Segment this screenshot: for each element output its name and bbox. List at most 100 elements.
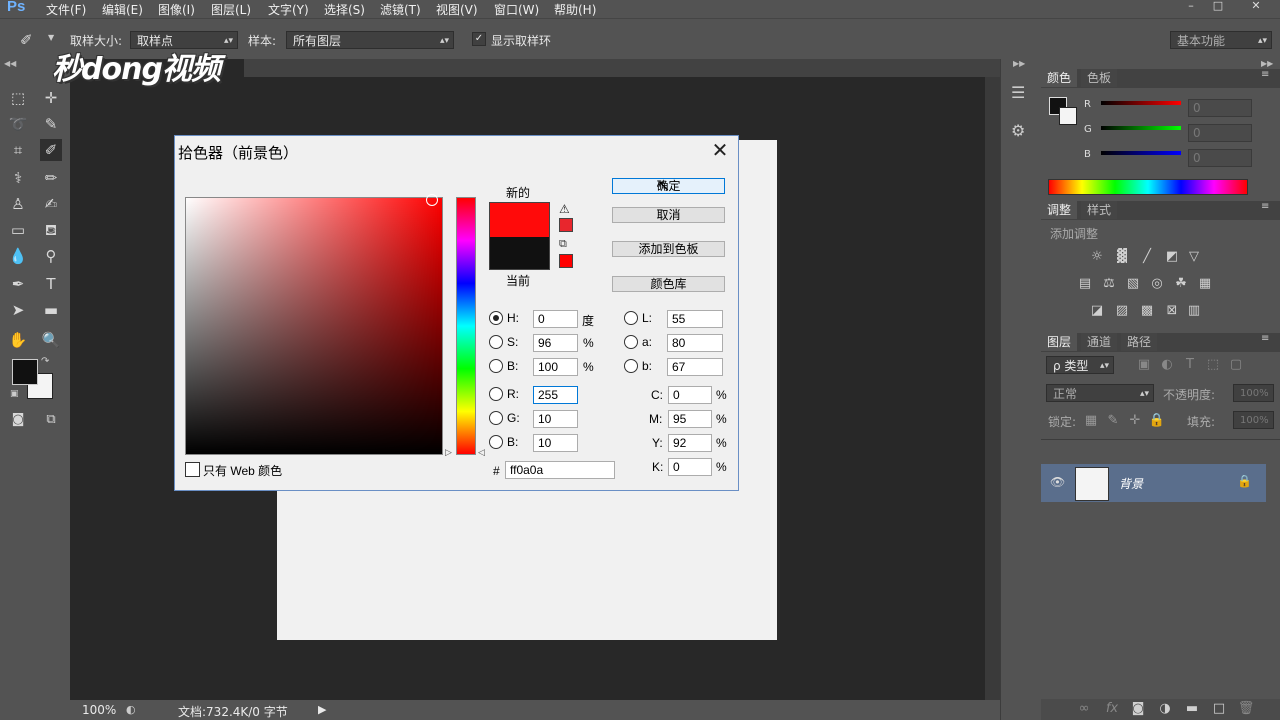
lock-transparent-icon[interactable]: ▦ (1082, 413, 1100, 429)
eraser-tool-icon[interactable]: ▭ (7, 219, 29, 241)
red-input[interactable]: 255 (533, 386, 578, 404)
layer-fx-icon[interactable]: fx (1103, 701, 1121, 717)
hue-slider-left-arrow-icon[interactable]: ▷ (445, 447, 452, 458)
collapse-panels-icon[interactable]: ▶▶ (1261, 59, 1273, 68)
vertical-scrollbar[interactable] (985, 77, 1000, 700)
red-radio[interactable] (489, 387, 503, 401)
collapse-arrows-icon[interactable]: ◀◀ (4, 59, 16, 68)
zoom-tool-icon[interactable]: 🔍 (40, 329, 62, 351)
marquee-tool-icon[interactable]: ⬚ (7, 87, 29, 109)
tab-channels[interactable]: 通道 (1081, 333, 1118, 351)
lab-l-input[interactable]: 55 (667, 310, 723, 328)
paint-bucket-tool-icon[interactable]: ⛾ (40, 219, 62, 241)
status-menu-arrow-icon[interactable]: ▶ (318, 703, 326, 716)
filter-type-icon[interactable]: T (1181, 357, 1199, 373)
gradient-map-icon[interactable]: ▥ (1185, 303, 1203, 319)
new-adjustment-layer-icon[interactable]: ◑ (1156, 701, 1174, 717)
lab-a-radio[interactable] (624, 335, 638, 349)
quick-select-tool-icon[interactable]: ✎ (40, 113, 62, 135)
tab-adjustments[interactable]: 调整 (1041, 201, 1078, 219)
channel-b-input[interactable]: 0 (1188, 149, 1252, 167)
menu-edit[interactable]: 编辑(E) (102, 1, 143, 18)
preset-chevron-icon[interactable]: ▼ (48, 33, 54, 42)
status-info-icon[interactable]: ◐ (126, 703, 136, 716)
filter-adjustment-icon[interactable]: ◐ (1158, 357, 1176, 373)
menu-window[interactable]: 窗口(W) (494, 1, 539, 18)
panel-menu-icon[interactable]: ≡ (1261, 333, 1269, 344)
blue-input[interactable]: 10 (533, 434, 578, 452)
panel-menu-icon[interactable]: ≡ (1261, 201, 1269, 212)
menu-select[interactable]: 选择(S) (324, 1, 365, 18)
lock-position-icon[interactable]: ✛ (1126, 413, 1144, 429)
selective-color-icon[interactable]: ⊠ (1163, 303, 1181, 319)
tab-color[interactable]: 颜色 (1041, 69, 1078, 87)
properties-panel-icon[interactable]: ⚙ (1011, 121, 1025, 140)
exposure-icon[interactable]: ◩ (1163, 249, 1181, 265)
lab-b-input[interactable]: 67 (667, 358, 723, 376)
menu-help[interactable]: 帮助(H) (554, 1, 596, 18)
eyedropper-preset-icon[interactable]: ✐ (20, 31, 33, 49)
curves-icon[interactable]: ╱ (1138, 249, 1156, 265)
show-ring-checkbox[interactable]: ✓ (472, 32, 486, 46)
rectangle-tool-icon[interactable]: ▬ (40, 299, 62, 321)
channel-mixer-icon[interactable]: ☘ (1172, 276, 1190, 292)
screen-mode-icon[interactable]: ⧉ (40, 409, 62, 431)
move-tool-icon[interactable]: ✛ (40, 87, 62, 109)
hand-tool-icon[interactable]: ✋ (7, 329, 29, 351)
saturation-input[interactable]: 96 (533, 334, 578, 352)
lab-b-radio[interactable] (624, 359, 638, 373)
black-white-icon[interactable]: ▧ (1124, 276, 1142, 292)
blue-radio[interactable] (489, 435, 503, 449)
color-spectrum-ramp[interactable] (1048, 179, 1248, 195)
filter-smart-icon[interactable]: ▢ (1227, 357, 1245, 373)
brightness-radio[interactable] (489, 359, 503, 373)
yellow-input[interactable]: 92 (668, 434, 712, 452)
menu-layer[interactable]: 图层(L) (211, 1, 251, 18)
layer-row-background[interactable]: 👁 背景 🔒 (1041, 464, 1266, 502)
brightness-icon[interactable]: ☼ (1088, 249, 1106, 265)
web-colors-only-checkbox[interactable] (185, 462, 200, 477)
brush-tool-icon[interactable]: ✏ (40, 167, 62, 189)
cancel-button[interactable]: 取消 (612, 207, 725, 223)
clone-stamp-tool-icon[interactable]: ♙ (7, 193, 29, 215)
menu-filter[interactable]: 滤镜(T) (380, 1, 421, 18)
hex-input[interactable]: ff0a0a (505, 461, 615, 479)
menu-view[interactable]: 视图(V) (436, 1, 478, 18)
color-balance-icon[interactable]: ⚖ (1100, 276, 1118, 292)
saturation-radio[interactable] (489, 335, 503, 349)
expand-arrows-icon[interactable]: ▶▶ (1013, 59, 1025, 68)
layer-visibility-eye-icon[interactable]: 👁 (1050, 475, 1065, 489)
hue-slider[interactable] (456, 197, 476, 455)
gamut-swatch[interactable] (559, 218, 573, 232)
crop-tool-icon[interactable]: ⌗ (7, 139, 29, 161)
posterize-icon[interactable]: ▨ (1113, 303, 1131, 319)
blur-tool-icon[interactable]: 💧 (7, 245, 29, 267)
sample-select[interactable]: 所有图层 ▴▾ (286, 31, 454, 49)
channel-r-slider[interactable] (1101, 101, 1181, 105)
saturation-brightness-field[interactable] (185, 197, 443, 455)
channel-g-slider[interactable] (1101, 126, 1181, 130)
foreground-color-swatch[interactable] (12, 359, 38, 385)
blend-mode-select[interactable]: 正常 ▴▾ (1046, 384, 1154, 402)
menu-type[interactable]: 文字(Y) (268, 1, 309, 18)
swap-colors-icon[interactable]: ↷ (41, 356, 49, 367)
lasso-tool-icon[interactable]: ➰ (7, 113, 29, 135)
close-icon[interactable]: ✕ (707, 138, 733, 164)
tab-paths[interactable]: 路径 (1121, 333, 1158, 351)
eyedropper-tool-icon[interactable]: ✐ (40, 139, 62, 161)
channel-b-slider[interactable] (1101, 151, 1181, 155)
filter-pixel-icon[interactable]: ▣ (1135, 357, 1153, 373)
color-libraries-button[interactable]: 颜色库 (612, 276, 725, 292)
current-color-swatch[interactable] (490, 237, 549, 269)
fill-input[interactable]: 100% (1233, 411, 1274, 429)
close-window-icon[interactable]: ✕ (1245, 0, 1267, 14)
channel-g-input[interactable]: 0 (1188, 124, 1252, 142)
threshold-icon[interactable]: ▩ (1138, 303, 1156, 319)
path-select-tool-icon[interactable]: ➤ (7, 299, 29, 321)
lab-a-input[interactable]: 80 (667, 334, 723, 352)
add-to-swatches-button[interactable]: 添加到色板 (612, 241, 725, 257)
channel-r-input[interactable]: 0 (1188, 99, 1252, 117)
layer-name[interactable]: 背景 (1119, 475, 1143, 492)
link-layers-icon[interactable]: ∞ (1075, 701, 1093, 717)
dodge-tool-icon[interactable]: ⚲ (40, 245, 62, 267)
